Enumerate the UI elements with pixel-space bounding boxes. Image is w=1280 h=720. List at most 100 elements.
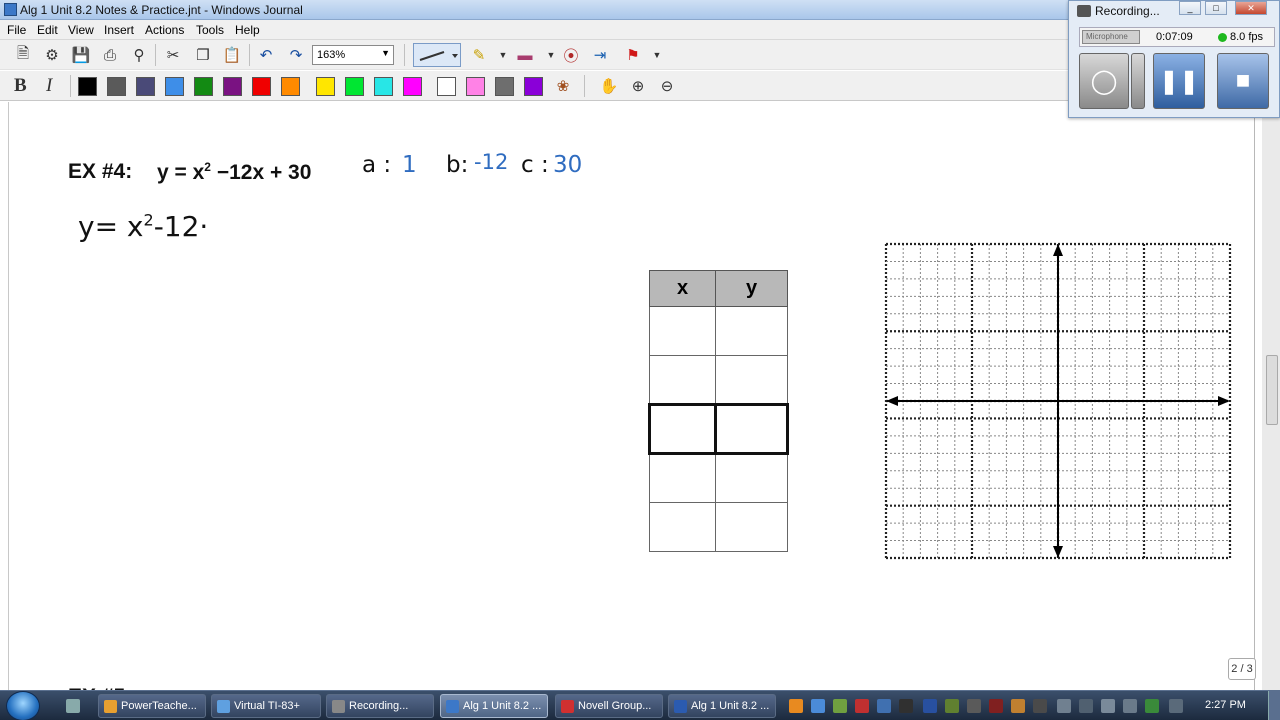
pen-width-select[interactable] bbox=[413, 43, 461, 67]
tray-app-icon[interactable] bbox=[1079, 699, 1093, 713]
color-swatch[interactable] bbox=[165, 77, 184, 96]
zoom-in-icon[interactable]: ⊕ bbox=[627, 75, 649, 97]
handwriting-part: y= x bbox=[78, 210, 144, 243]
lasso-select-icon[interactable]: ⦿ bbox=[560, 44, 582, 66]
table-cell[interactable] bbox=[649, 306, 716, 356]
tray-app-icon[interactable] bbox=[877, 699, 891, 713]
pen-options-button[interactable] bbox=[1131, 53, 1145, 109]
color-swatch[interactable] bbox=[345, 77, 364, 96]
start-button[interactable] bbox=[6, 691, 40, 720]
table-cell[interactable] bbox=[648, 403, 717, 455]
table-cell[interactable] bbox=[714, 403, 789, 455]
table-cell[interactable] bbox=[715, 306, 788, 356]
table-cell[interactable] bbox=[715, 502, 788, 552]
table-cell[interactable] bbox=[715, 355, 788, 405]
print-icon[interactable]: ⎙ bbox=[99, 44, 121, 66]
copy-icon[interactable]: ❐ bbox=[192, 44, 214, 66]
color-swatch[interactable] bbox=[437, 77, 456, 96]
tray-app-icon[interactable] bbox=[855, 699, 869, 713]
color-swatch[interactable] bbox=[466, 77, 485, 96]
color-swatch[interactable] bbox=[78, 77, 97, 96]
pen-color-picker-icon[interactable]: ❀ bbox=[552, 75, 574, 97]
pause-button[interactable]: ❚❚ bbox=[1153, 53, 1205, 109]
tray-app-icon[interactable] bbox=[945, 699, 959, 713]
menu-tools[interactable]: Tools bbox=[196, 23, 224, 37]
taskbar-button[interactable]: PowerTeache... bbox=[98, 694, 206, 718]
tray-app-icon[interactable] bbox=[1101, 699, 1115, 713]
menu-edit[interactable]: Edit bbox=[37, 23, 58, 37]
close-button[interactable]: ✕ bbox=[1235, 1, 1267, 15]
color-swatch[interactable] bbox=[136, 77, 155, 96]
tray-app-icon[interactable] bbox=[899, 699, 913, 713]
italic-button[interactable]: I bbox=[46, 75, 52, 97]
show-desktop-button[interactable] bbox=[1268, 691, 1280, 720]
color-swatch[interactable] bbox=[281, 77, 300, 96]
tray-app-icon[interactable] bbox=[811, 699, 825, 713]
color-swatch[interactable] bbox=[107, 77, 126, 96]
scrollbar-thumb[interactable] bbox=[1266, 355, 1278, 425]
color-swatch[interactable] bbox=[374, 77, 393, 96]
taskbar-button[interactable]: Novell Group... bbox=[555, 694, 663, 718]
taskbar-button[interactable]: Alg 1 Unit 8.2 ... bbox=[440, 694, 548, 718]
table-cell[interactable] bbox=[715, 453, 788, 503]
pan-hand-icon[interactable]: ✋ bbox=[598, 75, 620, 97]
chevron-down-icon[interactable]: ▼ bbox=[540, 44, 562, 66]
color-swatch[interactable] bbox=[524, 77, 543, 96]
tray-app-icon[interactable] bbox=[789, 699, 803, 713]
new-note-icon[interactable]: 🗎 bbox=[12, 44, 34, 66]
page-edge bbox=[1254, 102, 1255, 690]
color-swatch[interactable] bbox=[252, 77, 271, 96]
network-icon[interactable] bbox=[1145, 699, 1159, 713]
bold-button[interactable]: B bbox=[14, 75, 27, 97]
tray-app-icon[interactable] bbox=[1033, 699, 1047, 713]
bluetooth-icon[interactable] bbox=[923, 699, 937, 713]
table-cell[interactable] bbox=[649, 453, 716, 503]
menu-file[interactable]: File bbox=[7, 23, 26, 37]
color-swatch[interactable] bbox=[223, 77, 242, 96]
taskbar-button[interactable]: Virtual TI-83+ bbox=[211, 694, 321, 718]
tray-app-icon[interactable] bbox=[1057, 699, 1071, 713]
color-swatch[interactable] bbox=[194, 77, 213, 96]
tray-app-icon[interactable] bbox=[989, 699, 1003, 713]
color-swatch[interactable] bbox=[495, 77, 514, 96]
flag-icon[interactable]: ⚑ bbox=[622, 44, 644, 66]
zoom-select[interactable]: 163% ▼ bbox=[312, 45, 394, 65]
minimize-button[interactable]: _ bbox=[1179, 1, 1201, 15]
tray-app-icon[interactable] bbox=[967, 699, 981, 713]
table-cell[interactable] bbox=[649, 502, 716, 552]
find-icon[interactable]: ⚲ bbox=[128, 44, 150, 66]
color-swatch[interactable] bbox=[403, 77, 422, 96]
taskbar-button[interactable]: Recording... bbox=[326, 694, 434, 718]
tray-app-icon[interactable] bbox=[833, 699, 847, 713]
volume-icon[interactable] bbox=[1169, 699, 1183, 713]
table-cell[interactable] bbox=[649, 355, 716, 405]
tray-app-icon[interactable] bbox=[1011, 699, 1025, 713]
maximize-button[interactable]: □ bbox=[1205, 1, 1227, 15]
taskbar-button[interactable]: Alg 1 Unit 8.2 ... bbox=[668, 694, 776, 718]
menu-help[interactable]: Help bbox=[235, 23, 260, 37]
redo-icon[interactable]: ↷ bbox=[285, 44, 307, 66]
menu-actions[interactable]: Actions bbox=[145, 23, 184, 37]
highlighter-icon[interactable]: ✎ bbox=[468, 44, 490, 66]
paste-icon[interactable]: 📋 bbox=[221, 44, 243, 66]
color-swatch[interactable] bbox=[316, 77, 335, 96]
cut-icon[interactable]: ✂ bbox=[162, 44, 184, 66]
zoom-value: 163% bbox=[317, 49, 346, 61]
chevron-down-icon[interactable]: ▼ bbox=[646, 44, 668, 66]
menu-view[interactable]: View bbox=[68, 23, 94, 37]
eraser-icon[interactable]: ▬ bbox=[514, 44, 536, 66]
tray-app-icon[interactable] bbox=[1123, 699, 1137, 713]
stop-button[interactable]: ■ bbox=[1217, 53, 1269, 109]
show-desktop-icon[interactable] bbox=[66, 699, 80, 713]
undo-icon[interactable]: ↶ bbox=[255, 44, 277, 66]
pen-annotate-button[interactable]: ◯ bbox=[1079, 53, 1129, 109]
open-icon[interactable]: ⚙ bbox=[41, 44, 63, 66]
insert-space-icon[interactable]: ⇥ bbox=[589, 44, 611, 66]
menu-insert[interactable]: Insert bbox=[104, 23, 134, 37]
taskbar-clock[interactable]: 2:27 PM bbox=[1205, 699, 1246, 711]
zoom-out-icon[interactable]: ⊖ bbox=[656, 75, 678, 97]
journal-app-icon bbox=[4, 3, 17, 16]
chevron-down-icon[interactable]: ▼ bbox=[492, 44, 514, 66]
audio-source-select[interactable]: Microphone bbox=[1082, 30, 1140, 44]
save-icon[interactable]: 💾 bbox=[70, 44, 92, 66]
